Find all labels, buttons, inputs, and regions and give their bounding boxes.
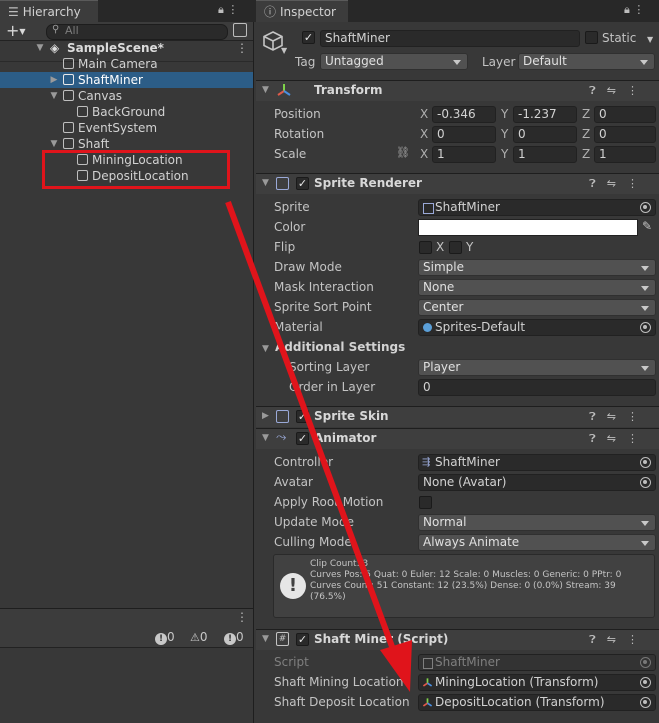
annotation-arrow xyxy=(225,200,412,692)
